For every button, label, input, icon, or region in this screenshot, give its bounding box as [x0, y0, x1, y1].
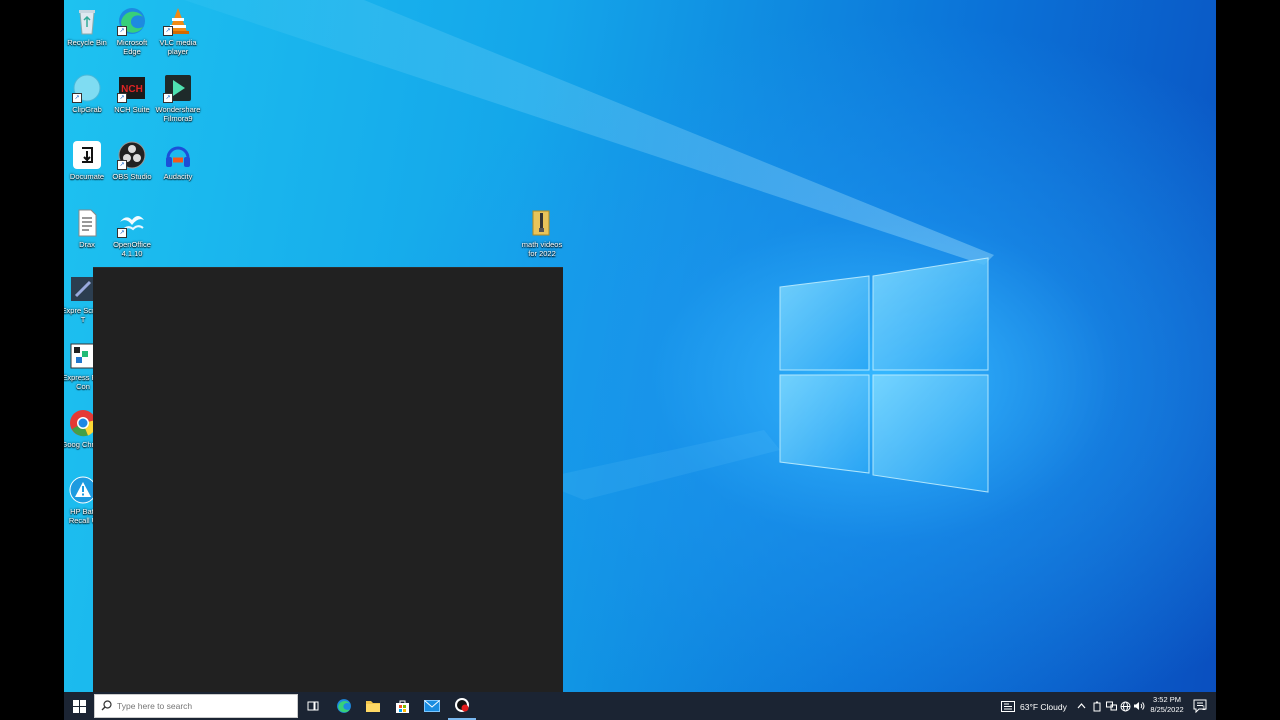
openoffice-gulls-icon: ↗ — [117, 208, 147, 238]
globe-icon — [1120, 701, 1130, 711]
taskbar: 63°F Cloudy 3:52 PM 8/25/2022 1 — [64, 692, 1216, 720]
shortcut-arrow-icon: ↗ — [117, 93, 127, 103]
task-view-button[interactable] — [299, 692, 327, 720]
store-bag-icon — [395, 700, 409, 713]
shortcut-arrow-icon: ↗ — [163, 93, 173, 103]
zip-folder-icon — [527, 208, 557, 238]
search-input[interactable] — [117, 695, 293, 717]
news-weather-button[interactable] — [998, 692, 1018, 720]
show-hidden-icons-button[interactable] — [1072, 692, 1090, 720]
microsoft-edge-shortcut[interactable]: ↗ Microsoft Edge — [109, 6, 155, 56]
nch-suite-shortcut[interactable]: NCH ↗ NCH Suite — [109, 73, 155, 114]
mail-icon — [424, 700, 440, 712]
filmora-icon: ↗ — [163, 73, 193, 103]
search-icon — [101, 700, 112, 711]
task-view-icon — [307, 701, 319, 711]
obs-studio-shortcut[interactable]: ↗ OBS Studio — [109, 140, 155, 181]
taskbar-edge-button[interactable] — [330, 692, 358, 720]
taskbar-file-explorer-button[interactable] — [359, 692, 387, 720]
taskbar-recorder-button[interactable] — [448, 692, 476, 720]
document-icon — [72, 208, 102, 238]
edge-icon: ↗ — [117, 6, 147, 36]
dark-window[interactable] — [93, 267, 563, 692]
screen-recorder-icon — [455, 698, 469, 712]
tray-battery-button[interactable] — [1090, 692, 1104, 720]
clock-time: 3:52 PM — [1153, 695, 1181, 704]
notification-center-button[interactable]: 1 — [1188, 692, 1212, 720]
windows-logo-icon — [72, 699, 86, 713]
openoffice-shortcut[interactable]: ↗ OpenOffice 4.1.10 — [109, 208, 155, 258]
shortcut-arrow-icon: ↗ — [117, 26, 127, 36]
taskbar-mail-button[interactable] — [418, 692, 446, 720]
vlc-cone-icon: ↗ — [163, 6, 193, 36]
shortcut-arrow-icon: ↗ — [163, 26, 173, 36]
taskbar-store-button[interactable] — [388, 692, 416, 720]
screen: Recycle Bin ↗ Microsoft Edge ↗ VLC media… — [64, 0, 1216, 720]
filmora-shortcut[interactable]: ↗ Wondershare Filmora9 — [155, 73, 201, 123]
battery-icon — [1093, 701, 1101, 711]
audacity-shortcut[interactable]: Audacity — [155, 140, 201, 181]
clock-date: 8/25/2022 — [1150, 705, 1184, 714]
documate-icon — [72, 140, 102, 170]
math-videos-folder[interactable]: math videos for 2022 — [519, 208, 565, 258]
clipgrab-icon: ↗ — [72, 73, 102, 103]
shortcut-arrow-icon: ↗ — [117, 228, 127, 238]
search-box[interactable] — [94, 694, 298, 718]
nch-icon: NCH ↗ — [117, 73, 147, 103]
desktop[interactable]: Recycle Bin ↗ Microsoft Edge ↗ VLC media… — [64, 0, 1216, 692]
clipgrab-shortcut[interactable]: ↗ ClipGrab — [64, 73, 110, 114]
tray-network-button[interactable] — [1118, 692, 1132, 720]
audacity-headphones-icon — [163, 140, 193, 170]
edge-icon — [337, 699, 351, 713]
tray-volume-button[interactable] — [1132, 692, 1146, 720]
folder-icon — [366, 701, 380, 712]
shortcut-arrow-icon: ↗ — [72, 93, 82, 103]
chevron-up-icon — [1077, 703, 1085, 709]
obs-icon: ↗ — [117, 140, 147, 170]
drax-shortcut[interactable]: Drax — [64, 208, 110, 249]
shortcut-arrow-icon: ↗ — [117, 160, 127, 170]
start-button[interactable] — [64, 692, 94, 720]
speaker-icon — [1134, 702, 1145, 710]
news-icon — [1001, 700, 1015, 712]
tray-meet-button[interactable] — [1104, 692, 1118, 720]
documate-shortcut[interactable]: Documate — [64, 140, 110, 181]
vlc-shortcut[interactable]: ↗ VLC media player — [155, 6, 201, 56]
clock[interactable]: 3:52 PM 8/25/2022 — [1146, 695, 1188, 715]
notification-count: 1 — [1202, 705, 1206, 712]
recycle-bin-icon — [72, 6, 102, 36]
recycle-bin-shortcut[interactable]: Recycle Bin — [64, 6, 110, 47]
network-devices-icon — [1105, 701, 1117, 711]
weather-text[interactable]: 63°F Cloudy — [1020, 702, 1067, 712]
